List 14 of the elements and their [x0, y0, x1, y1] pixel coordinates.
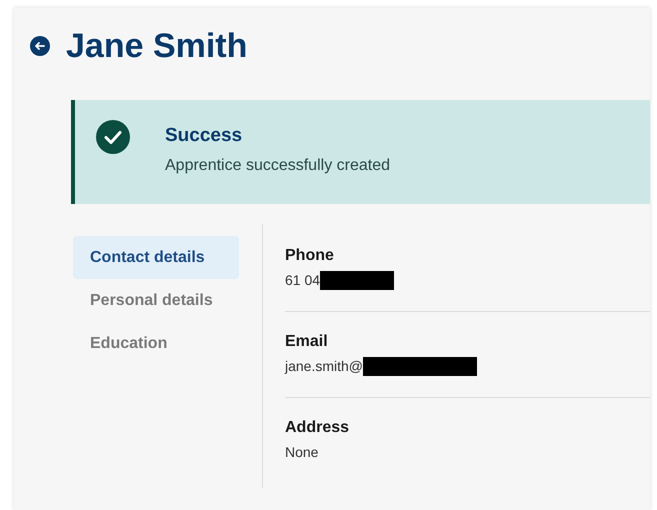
- field-label: Address: [285, 418, 350, 438]
- check-icon: [96, 120, 130, 154]
- page-title: Jane Smith: [66, 26, 248, 66]
- field-label: Email: [285, 332, 329, 352]
- nav-item[interactable]: Personal details: [73, 279, 239, 322]
- nav-item[interactable]: Education: [73, 322, 239, 365]
- field-value: jane.smith@: [285, 356, 364, 376]
- alert-message: Apprentice successfully created: [165, 156, 390, 176]
- field-value: None: [285, 442, 318, 462]
- back-icon[interactable]: [30, 36, 50, 56]
- alert-heading: Success: [165, 124, 244, 148]
- nav-item[interactable]: Contact details: [73, 236, 239, 279]
- field-value: 61 04: [285, 270, 320, 290]
- field-label: Phone: [285, 246, 335, 266]
